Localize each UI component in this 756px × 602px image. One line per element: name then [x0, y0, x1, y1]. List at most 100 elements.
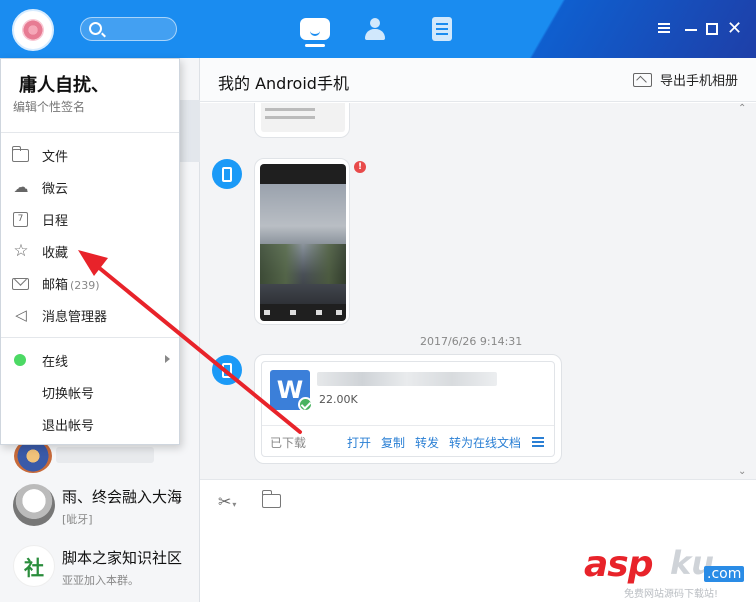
menu-item-schedule[interactable]: 7 日程 [1, 203, 179, 235]
image-thumbnail [261, 103, 345, 132]
online-status-icon [14, 354, 26, 366]
file-status: 已下载 [270, 436, 307, 450]
maximize-icon [706, 23, 718, 35]
menu-item-label: 退出帐号 [42, 419, 95, 434]
user-signature[interactable]: 编辑个性签名 [13, 98, 85, 115]
menu-item-label: 邮箱 (239) [42, 274, 100, 293]
title-bar: ✕ [0, 0, 756, 58]
folder-icon [12, 146, 29, 162]
close-icon: ✕ [727, 18, 743, 39]
menu-item-mail[interactable]: 邮箱 (239) [1, 267, 179, 299]
menu-item-label: 切换帐号 [42, 387, 95, 402]
menu-item-label-text: 邮箱 [42, 278, 69, 293]
image-message[interactable] [254, 158, 350, 325]
image-message[interactable] [254, 103, 350, 138]
photo-trees [260, 244, 346, 284]
convert-online-doc-link[interactable]: 转为在线文档 [449, 434, 521, 451]
conversation-last-message: [呲牙] [62, 513, 93, 526]
send-file-button[interactable] [262, 490, 281, 508]
speaker-icon: ◁ [15, 306, 27, 324]
scroll-up-icon[interactable]: ⌃ [738, 103, 746, 114]
user-avatar[interactable] [12, 9, 54, 51]
menu-icon [658, 23, 670, 25]
mail-icon [12, 278, 29, 290]
watermark-domain: .com [704, 566, 745, 582]
more-menu-icon[interactable] [532, 437, 544, 439]
minimize-button[interactable] [683, 21, 699, 37]
menu-item-switch-account[interactable]: 切换帐号 [1, 376, 179, 408]
scroll-down-icon[interactable]: ⌄ [738, 466, 746, 477]
cloud-icon: ☁ [13, 178, 29, 196]
file-name-blurred [317, 372, 497, 386]
tab-active-indicator [305, 44, 325, 47]
search-icon [89, 22, 102, 35]
menu-item-label: 收藏 [42, 246, 69, 261]
export-album-button[interactable]: 导出手机相册 [633, 70, 738, 89]
watermark-brand: asp [584, 544, 653, 585]
contacts-icon [363, 18, 391, 40]
export-album-label: 导出手机相册 [660, 74, 739, 89]
message-timestamp: 2017/6/26 9:14:31 [420, 335, 523, 348]
message-icon [300, 18, 330, 40]
tab-space[interactable] [425, 14, 459, 44]
file-size: 22.00K [319, 393, 358, 406]
conversation-item[interactable]: 雨、终会融入大海 [呲牙] [0, 475, 200, 535]
send-failed-icon[interactable]: ! [354, 161, 366, 173]
chat-title: 我的 Android手机 [218, 74, 349, 93]
phone-icon [222, 166, 232, 182]
menu-item-logout[interactable]: 退出帐号 [1, 408, 179, 440]
calendar-icon: 7 [13, 212, 28, 227]
message-list[interactable]: ⌃ ! 2017/6/26 9:14:31 W 22.00K 已下载 打开 复制… [200, 103, 756, 479]
image-thumbnail [260, 164, 346, 321]
downloaded-check-icon [298, 397, 313, 412]
search-box[interactable] [80, 17, 177, 41]
picture-icon [633, 73, 652, 87]
conversation-last-message: 亚亚加入本群。 [62, 574, 139, 587]
close-button[interactable]: ✕ [727, 18, 743, 39]
forward-file-link[interactable]: 转发 [415, 434, 439, 451]
dropdown-arrow-icon: ▾ [232, 500, 237, 509]
maximize-button[interactable] [704, 21, 720, 37]
menu-item-label: 文件 [42, 150, 69, 165]
chat-header: 我的 Android手机 导出手机相册 [200, 58, 756, 102]
menu-divider [1, 132, 179, 133]
phone-icon [222, 362, 232, 378]
tab-contacts[interactable] [360, 14, 394, 44]
group-avatar-text: 社 [24, 555, 44, 580]
menu-item-weiyun[interactable]: ☁ 微云 [1, 171, 179, 203]
phone-avatar [212, 159, 242, 189]
user-name[interactable]: 庸人自扰、 [19, 71, 109, 97]
watermark-logo: asp ku .com 免费网站源码下载站! [584, 542, 756, 602]
chat-panel: 我的 Android手机 导出手机相册 ⌃ ! 2017/6/26 9:14:3… [200, 58, 756, 602]
minimize-icon [685, 29, 697, 31]
menu-item-label: 微云 [42, 182, 69, 197]
file-card-divider [262, 425, 554, 426]
menu-item-favorites[interactable]: ☆ 收藏 [1, 235, 179, 267]
chevron-right-icon [165, 355, 170, 363]
menu-item-status[interactable]: 在线 [1, 344, 179, 376]
avatar [13, 484, 55, 526]
file-message[interactable]: W 22.00K 已下载 打开 复制 转发 转为在线文档 [254, 354, 562, 464]
menu-item-label: 日程 [42, 214, 69, 229]
menu-item-message-manager[interactable]: ◁ 消息管理器 [1, 299, 179, 331]
search-input[interactable] [107, 20, 173, 38]
conversation-name: 雨、终会融入大海 [62, 488, 183, 506]
photo-toolbar [264, 310, 342, 315]
open-file-link[interactable]: 打开 [347, 434, 371, 451]
star-icon: ☆ [13, 241, 29, 261]
conversation-item[interactable]: 社 脚本之家知识社区 亚亚加入本群。 [0, 536, 200, 596]
tab-messages[interactable] [298, 14, 332, 47]
menu-divider [1, 337, 179, 338]
screenshot-button[interactable]: ✂▾ [218, 492, 236, 511]
copy-file-link[interactable]: 复制 [381, 434, 405, 451]
phone-avatar [212, 355, 242, 385]
main-dropdown-menu: 庸人自扰、 编辑个性签名 文件 ☁ 微云 7 日程 ☆ 收藏 邮箱 (239) ◁… [0, 58, 180, 445]
document-icon [432, 17, 452, 41]
scissors-icon: ✂ [218, 492, 232, 511]
flower-icon [22, 19, 44, 41]
menu-item-files[interactable]: 文件 [1, 139, 179, 171]
group-avatar: 社 [13, 545, 55, 587]
conversation-name: 脚本之家知识社区 [62, 549, 183, 567]
conversation-preview-blur [56, 447, 154, 463]
main-menu-button[interactable] [656, 21, 672, 37]
